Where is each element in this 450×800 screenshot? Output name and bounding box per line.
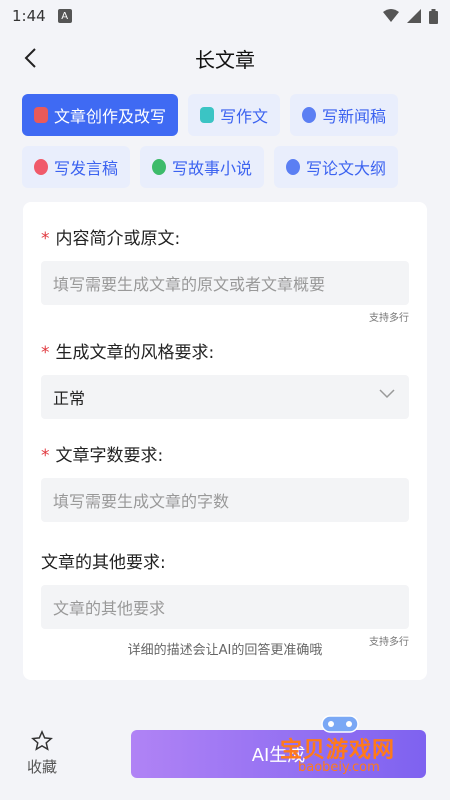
wifi-icon — [383, 9, 399, 22]
tab-essay[interactable]: 写作文 — [188, 94, 280, 136]
bottom-bar: 收藏 AI生成 — [0, 718, 450, 800]
chevron-down-icon — [379, 389, 395, 399]
ai-generate-label: AI生成 — [251, 745, 306, 766]
style-value: 正常 — [53, 389, 86, 408]
required-mark: * — [41, 446, 50, 466]
status-time: 1:44 — [12, 7, 46, 25]
style-select[interactable]: 正常 — [41, 375, 409, 419]
news-icon — [302, 107, 316, 123]
category-tabs: 文章创作及改写 写作文 写新闻稿 写发言稿 写故事小说 写论文大纲 — [0, 84, 450, 188]
status-bar: 1:44 A — [0, 0, 450, 32]
collect-button[interactable]: 收藏 — [20, 730, 64, 777]
required-mark: * — [41, 229, 50, 249]
collect-label: 收藏 — [26, 758, 57, 776]
word-count-label: * 文章字数要求: — [41, 441, 409, 466]
mic-icon — [34, 159, 48, 175]
back-button[interactable] — [14, 42, 46, 74]
style-label: * 生成文章的风格要求: — [41, 338, 409, 363]
ai-generate-button[interactable]: AI生成 — [131, 730, 426, 778]
tab-label: 写故事小说 — [171, 159, 252, 178]
word-count-placeholder: 填写需要生成文章的字数 — [53, 492, 230, 511]
content-label: * 内容简介或原文: — [41, 224, 409, 249]
chevron-left-icon — [24, 48, 36, 68]
tab-thesis[interactable]: 写论文大纲 — [274, 146, 398, 188]
tab-label: 写论文大纲 — [305, 159, 386, 178]
star-icon — [31, 730, 53, 751]
tab-row: 文章创作及改写 写作文 写新闻稿 — [22, 94, 428, 136]
doc-icon — [286, 159, 300, 175]
tab-story[interactable]: 写故事小说 — [140, 146, 264, 188]
style-label-text: 生成文章的风格要求: — [55, 343, 215, 363]
word-count-input[interactable]: 填写需要生成文章的字数 — [41, 478, 409, 522]
status-icons — [383, 8, 438, 24]
tab-row: 写发言稿 写故事小说 写论文大纲 — [22, 146, 428, 188]
tab-speech[interactable]: 写发言稿 — [22, 146, 130, 188]
tab-label: 写作文 — [219, 107, 268, 126]
nav-bar: 长文章 — [0, 32, 450, 84]
form-card: * 内容简介或原文: 填写需要生成文章的原文或者文章概要 支持多行 * 生成文章的风… — [23, 202, 427, 680]
tab-news[interactable]: 写新闻稿 — [290, 94, 398, 136]
tab-label: 写新闻稿 — [321, 107, 386, 126]
content-placeholder: 填写需要生成文章的原文或者文章概要 — [53, 275, 326, 294]
file-edit-icon — [34, 107, 48, 123]
required-mark: * — [41, 343, 50, 363]
other-input[interactable]: 文章的其他要求 — [41, 585, 409, 629]
other-label-text: 文章的其他要求: — [41, 553, 166, 573]
content-input[interactable]: 填写需要生成文章的原文或者文章概要 — [41, 261, 409, 305]
note-icon — [200, 107, 214, 123]
word-count-label-text: 文章字数要求: — [55, 446, 164, 466]
tab-label: 文章创作及改写 — [53, 107, 166, 126]
battery-icon — [429, 8, 438, 24]
content-label-text: 内容简介或原文: — [55, 229, 181, 249]
footer-note: 详细的描述会让AI的回答更准确哦 — [127, 643, 323, 658]
tab-article-creation[interactable]: 文章创作及改写 — [22, 94, 178, 136]
notification-icon: A — [57, 9, 72, 23]
multiline-hint: 支持多行 — [369, 313, 409, 324]
other-label: 文章的其他要求: — [41, 548, 409, 573]
book-icon — [152, 159, 166, 175]
tab-label: 写发言稿 — [53, 159, 118, 178]
other-placeholder: 文章的其他要求 — [53, 599, 166, 618]
page-title: 长文章 — [195, 47, 255, 72]
signal-icon — [407, 9, 421, 23]
